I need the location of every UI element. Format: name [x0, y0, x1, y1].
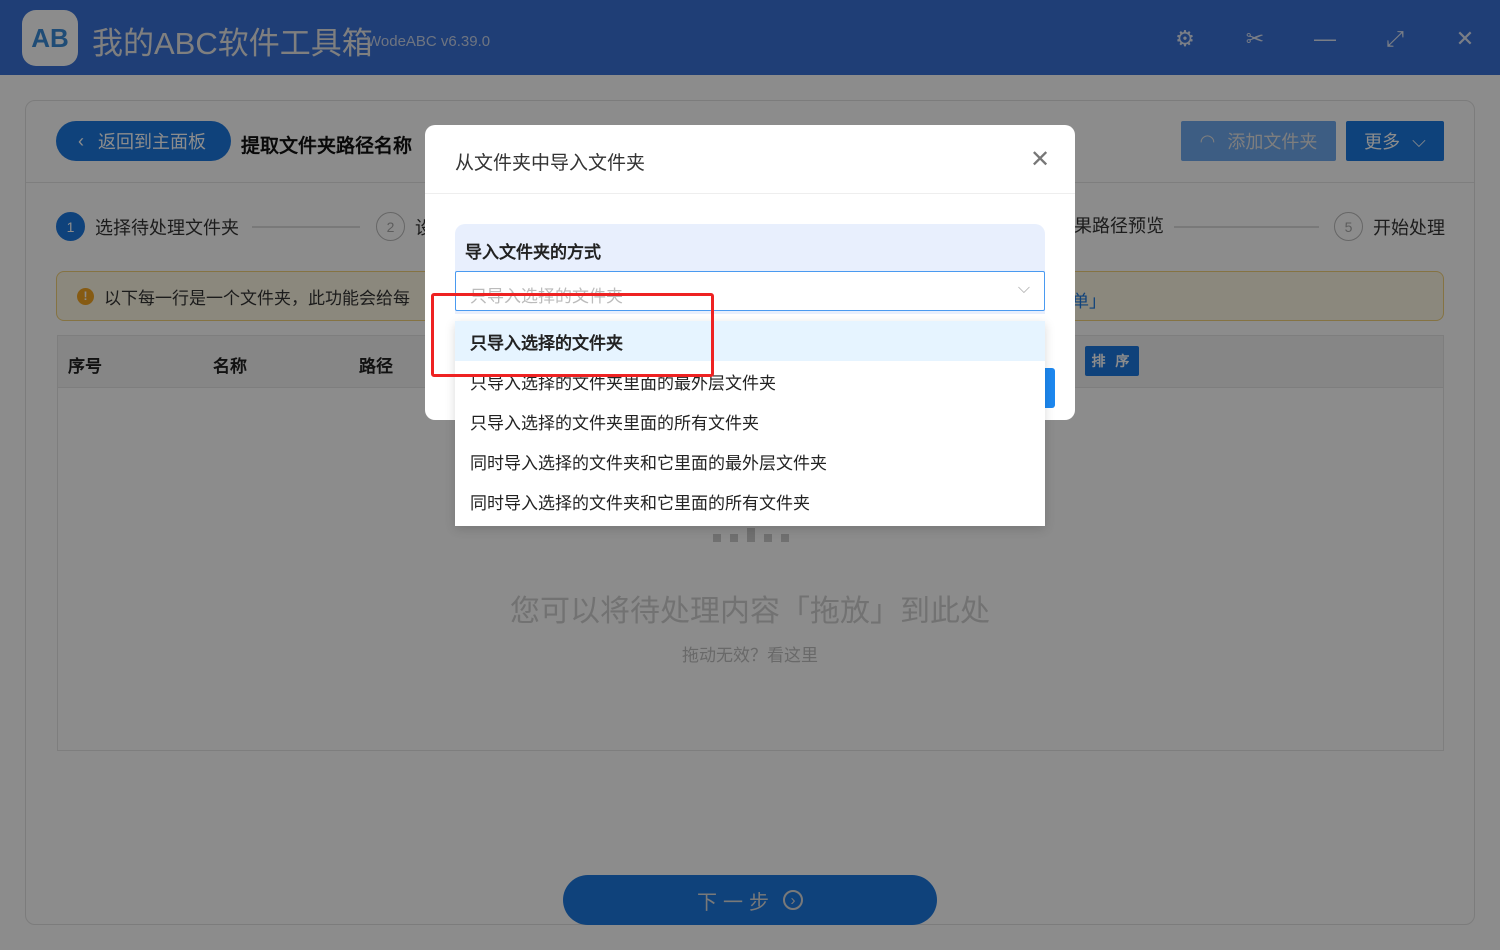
highlight-annotation — [431, 293, 714, 377]
close-icon[interactable]: ✕ — [1030, 145, 1050, 174]
dropdown-option[interactable]: 只导入选择的文件夹里面的所有文件夹 — [455, 401, 1045, 441]
chevron-down-icon: ⌵ — [1017, 280, 1030, 297]
confirm-button[interactable] — [1045, 368, 1055, 408]
dropdown-option[interactable]: 同时导入选择的文件夹和它里面的所有文件夹 — [455, 481, 1045, 521]
divider — [425, 193, 1075, 194]
section-label: 导入文件夹的方式 — [465, 243, 601, 262]
dropdown-option[interactable]: 同时导入选择的文件夹和它里面的最外层文件夹 — [455, 441, 1045, 481]
dialog-title: 从文件夹中导入文件夹 — [455, 153, 646, 174]
